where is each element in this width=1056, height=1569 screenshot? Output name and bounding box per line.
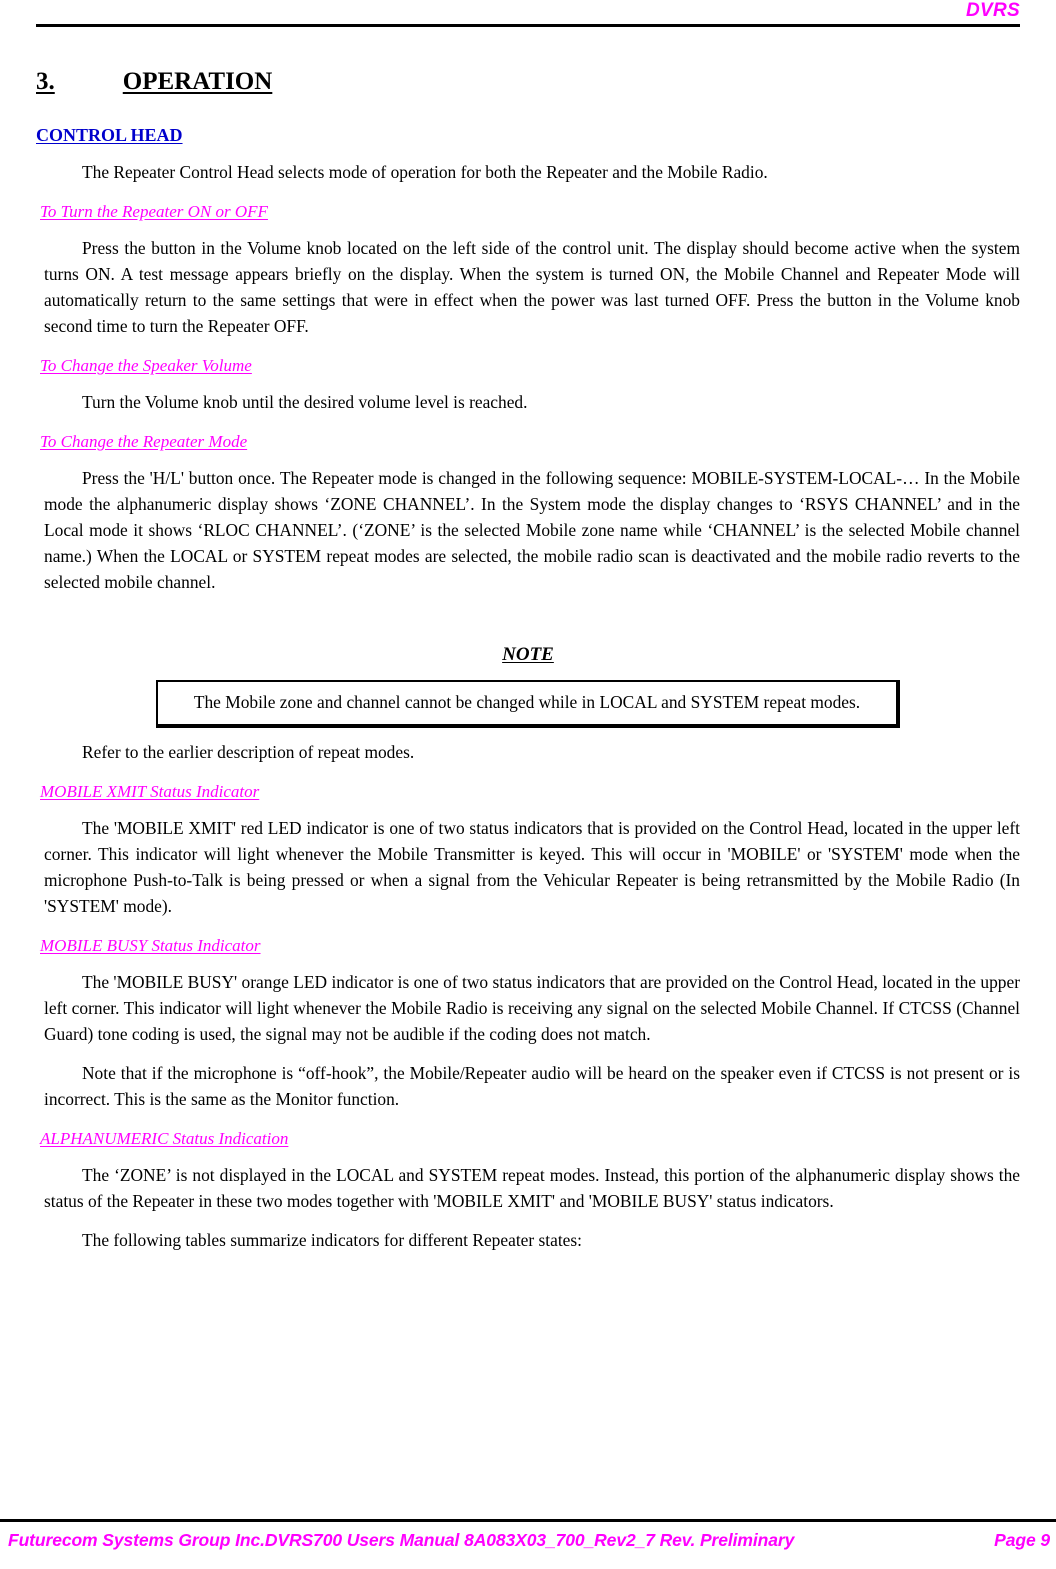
heading-change-repeater-mode: To Change the Repeater Mode [40,432,248,451]
document-page: DVRS 3. OPERATION CONTROL HEAD The Repeat… [0,0,1056,1569]
note-block: NOTE The Mobile zone and channel cannot … [36,643,1020,728]
footer-text: Futurecom Systems Group Inc.DVRS700 User… [8,1529,1052,1551]
footer-divider [0,1519,1056,1522]
document-content: 3. OPERATION CONTROL HEAD The Repeater Co… [36,56,1020,1253]
subsection-heading-control-head: CONTROL HEAD [36,125,183,145]
footer-page-number: Page 9 [994,1530,1050,1550]
paragraph-mobile-xmit-status-indicator: The 'MOBILE XMIT' red LED indicator is o… [44,818,1020,916]
paragraph-alphanumeric-status-indication: The ‘ZONE’ is not displayed in the LOCAL… [44,1165,1020,1211]
paragraph-mobile-busy-status-indicator: The 'MOBILE BUSY' orange LED indicator i… [44,972,1020,1044]
heading-alphanumeric-status-indication: ALPHANUMERIC Status Indication [40,1129,289,1148]
heading-mobile-busy-status-indicator: MOBILE BUSY Status Indicator [40,936,261,955]
page-header: DVRS [36,0,1020,30]
paragraph-turn-repeater-on-off: Press the button in the Volume knob loca… [44,238,1020,336]
section-heading: 3. OPERATION [36,66,1020,98]
section-number: 3. [36,68,55,95]
footer-document-reference: Futurecom Systems Group Inc.DVRS700 User… [8,1530,795,1550]
paragraph-change-speaker-volume: Turn the Volume knob until the desired v… [82,392,528,412]
header-divider [36,24,1020,27]
note-title: NOTE [502,644,554,665]
note-box-text: The Mobile zone and channel cannot be ch… [156,680,900,728]
header-title: DVRS [966,0,1020,21]
heading-turn-repeater-on-off: To Turn the Repeater ON or OFF [40,202,268,221]
heading-change-speaker-volume: To Change the Speaker Volume [40,356,252,375]
heading-mobile-xmit-status-indicator: MOBILE XMIT Status Indicator [40,782,260,801]
section-title: OPERATION [122,68,273,95]
paragraph-refer-repeat-modes: Refer to the earlier description of repe… [82,742,415,762]
paragraph-change-repeater-mode: Press the 'H/L' button once. The Repeate… [44,468,1020,592]
paragraph-mobile-busy-off-hook-note: Note that if the microphone is “off-hook… [44,1063,1020,1109]
paragraph-following-tables: The following tables summarize indicator… [82,1230,582,1250]
paragraph-control-head-intro: The Repeater Control Head selects mode o… [82,162,768,182]
page-footer: Futurecom Systems Group Inc.DVRS700 User… [0,1519,1056,1569]
